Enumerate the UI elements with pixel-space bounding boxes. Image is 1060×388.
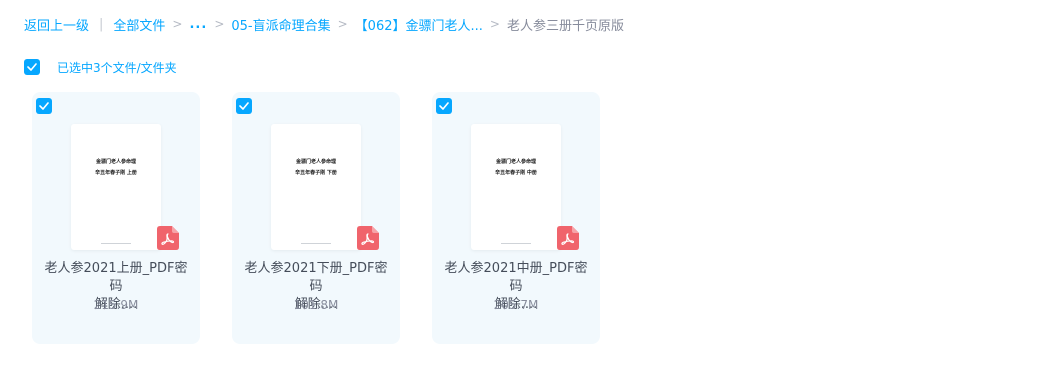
breadcrumb-separator: > [172,17,183,31]
file-checkbox[interactable] [236,98,252,114]
selection-bar: 已选中3个文件/文件夹 [24,58,177,76]
file-card[interactable]: 金骠门老人参命理 辛丑年春子刚 下册 老人参2021下册_PDF密码 解除...… [232,92,400,344]
file-checkbox[interactable] [436,98,452,114]
breadcrumb: 返回上一级 | 全部文件 > ... > 05-盲派命理合集 > 【062】金骠… [24,14,624,34]
file-grid: 金骠门老人参命理 辛丑年春子刚 上册 老人参2021上册_PDF密码 解除...… [32,92,600,344]
file-card[interactable]: 金骠门老人参命理 辛丑年春子刚 中册 老人参2021中册_PDF密码 解除...… [432,92,600,344]
thumbnail-subtitle: 辛丑年春子刚 中册 [495,170,537,176]
pdf-icon [357,226,379,250]
select-all-checkbox[interactable] [24,59,40,75]
breadcrumb-root-link[interactable]: 全部文件 [113,15,165,34]
thumbnail-subtitle: 辛丑年春子刚 下册 [295,170,337,176]
pdf-icon [557,226,579,250]
file-name-line: 老人参2021下册_PDF密码 [244,261,388,294]
breadcrumb-divider: | [99,16,104,32]
file-name-line: 老人参2021上册_PDF密码 [44,261,188,294]
breadcrumb-separator: > [214,17,225,31]
file-thumbnail: 金骠门老人参命理 辛丑年春子刚 下册 [271,124,361,250]
thumbnail-title: 金骠门老人参命理 [495,159,536,165]
file-size: 215.9M [93,298,139,312]
breadcrumb-ellipsis[interactable]: ... [189,17,207,32]
check-icon [239,102,249,110]
file-checkbox[interactable] [36,98,52,114]
breadcrumb-folder-link[interactable]: 【062】金骠门老人... [355,15,483,34]
back-link[interactable]: 返回上一级 [24,15,89,34]
file-thumbnail: 金骠门老人参命理 辛丑年春子刚 中册 [471,124,561,250]
file-size: 101.8M [293,298,339,312]
selection-count: 已选中3个文件/文件夹 [57,60,177,75]
check-icon [27,63,37,71]
check-icon [439,102,449,110]
thumbnail-subtitle: 辛丑年春子刚 上册 [95,170,137,176]
file-card[interactable]: 金骠门老人参命理 辛丑年春子刚 上册 老人参2021上册_PDF密码 解除...… [32,92,200,344]
file-thumbnail: 金骠门老人参命理 辛丑年春子刚 上册 [71,124,161,250]
breadcrumb-folder-link[interactable]: 05-盲派命理合集 [231,15,330,34]
thumbnail-footer-line [501,243,531,244]
thumbnail-footer-line [101,243,131,244]
breadcrumb-separator: > [337,17,348,31]
thumbnail-footer-line [301,243,331,244]
breadcrumb-separator: > [489,17,500,31]
check-icon [39,102,49,110]
pdf-icon [157,226,179,250]
thumbnail-title: 金骠门老人参命理 [295,159,336,165]
file-size: 205.7M [493,298,539,312]
thumbnail-title: 金骠门老人参命理 [95,159,136,165]
file-name-line: 老人参2021中册_PDF密码 [444,261,588,294]
breadcrumb-current: 老人参三册千页原版 [506,18,624,34]
